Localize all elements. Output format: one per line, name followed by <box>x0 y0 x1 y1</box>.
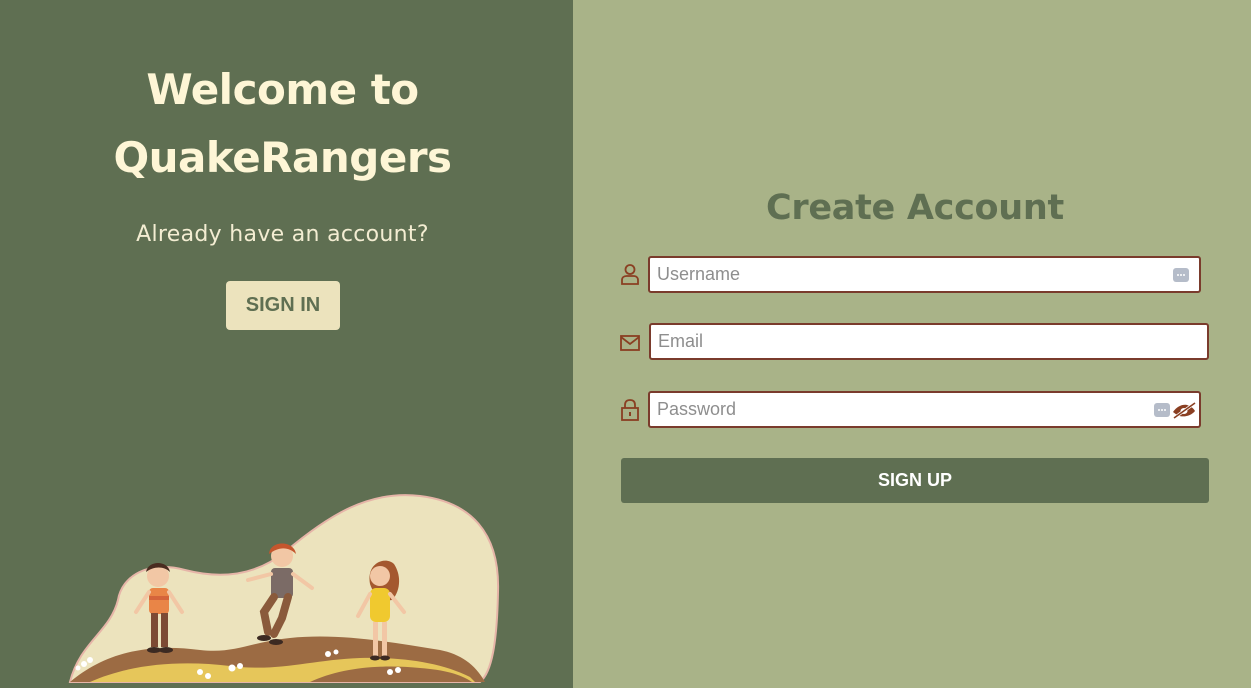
envelope-icon <box>620 335 640 351</box>
create-account-title: Create Account <box>766 188 1064 228</box>
autofill-key-icon[interactable] <box>1154 403 1170 417</box>
lock-icon <box>621 399 639 421</box>
autofill-key-icon[interactable] <box>1173 268 1189 282</box>
username-field <box>648 256 1201 293</box>
signin-prompt: Already have an account? <box>136 222 429 247</box>
password-input[interactable] <box>657 393 1137 426</box>
username-input[interactable] <box>657 258 1157 291</box>
eye-slash-icon[interactable] <box>1171 400 1197 420</box>
welcome-title: Welcome to QuakeRangers <box>0 56 565 192</box>
signup-button[interactable]: SIGN UP <box>621 458 1209 503</box>
password-field <box>648 391 1201 428</box>
children-playing-illustration <box>68 494 500 683</box>
email-input[interactable] <box>658 325 1158 358</box>
user-icon <box>621 264 639 285</box>
signin-button[interactable]: SIGN IN <box>226 281 340 330</box>
welcome-title-line-2: QuakeRangers <box>113 133 452 182</box>
welcome-title-line-1: Welcome to <box>146 65 419 114</box>
email-field <box>649 323 1209 360</box>
